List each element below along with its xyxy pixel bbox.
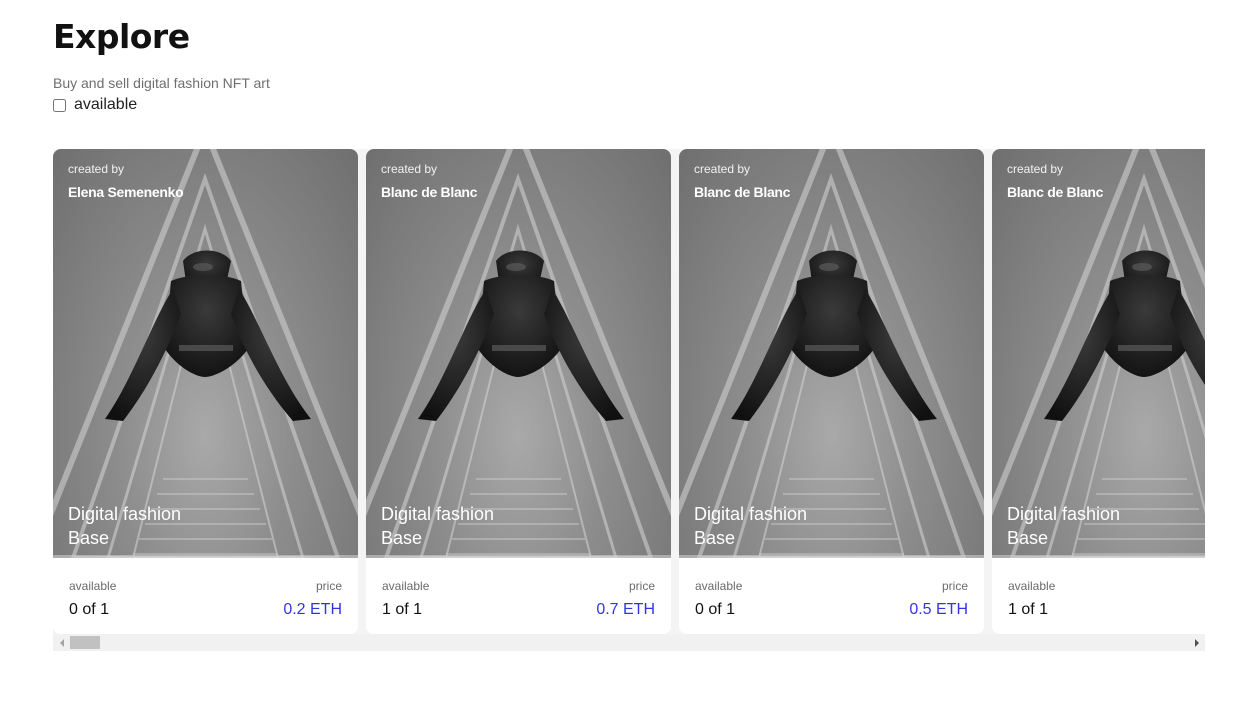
available-filter[interactable]: available [53, 96, 137, 114]
nft-title: Digital fashion Base [68, 502, 181, 550]
available-label: available [695, 579, 743, 593]
price-value: 0.2 ETH [283, 601, 342, 618]
nft-card[interactable]: created by Blanc de Blanc Digital fashio… [366, 149, 671, 634]
nft-card-carousel[interactable]: created by Elena Semenenko Digital fashi… [53, 149, 1205, 651]
nft-title: Digital fashion Base [1007, 502, 1120, 550]
jacket-artwork-image [366, 149, 671, 558]
card-track: created by Elena Semenenko Digital fashi… [53, 149, 1205, 634]
nft-card-footer: available price 0 of 1 0.5 ETH [679, 558, 984, 634]
nft-title-line2: Base [1007, 528, 1049, 548]
created-by-label: created by [381, 162, 438, 176]
nft-card-footer: available price 1 of 1 [992, 558, 1205, 634]
jacket-artwork-image [53, 149, 358, 558]
nft-title-line2: Base [694, 528, 736, 548]
available-value: 0 of 1 [69, 601, 110, 618]
available-label: available [69, 579, 117, 593]
creator-name[interactable]: Blanc de Blanc [694, 184, 790, 200]
chevron-left-icon [59, 638, 64, 647]
available-label: available [382, 579, 430, 593]
nft-title-line1: Digital fashion [694, 504, 808, 524]
price-value: 0.5 ETH [909, 601, 968, 618]
available-checkbox[interactable] [53, 98, 66, 112]
creator-name[interactable]: Blanc de Blanc [1007, 184, 1103, 200]
created-by-label: created by [694, 162, 751, 176]
nft-card-footer: available price 0 of 1 0.2 ETH [53, 558, 358, 634]
creator-name[interactable]: Elena Semenenko [68, 184, 184, 200]
nft-title-line1: Digital fashion [381, 504, 495, 524]
nft-title-line1: Digital fashion [68, 504, 182, 524]
nft-artwork: created by Elena Semenenko Digital fashi… [53, 149, 358, 558]
page-subtitle: Buy and sell digital fashion NFT art [53, 75, 270, 91]
horizontal-scrollbar[interactable] [53, 634, 1205, 651]
created-by-label: created by [1007, 162, 1064, 176]
nft-card[interactable]: created by Elena Semenenko Digital fashi… [53, 149, 358, 634]
creator-name[interactable]: Blanc de Blanc [381, 184, 477, 200]
nft-artwork: created by Blanc de Blanc Digital fashio… [992, 149, 1205, 558]
available-value: 0 of 1 [695, 601, 736, 618]
jacket-artwork-image [992, 149, 1205, 558]
chevron-right-icon [1194, 638, 1199, 647]
available-value: 1 of 1 [382, 601, 423, 618]
nft-title-line1: Digital fashion [1007, 504, 1121, 524]
jacket-artwork-image [679, 149, 984, 558]
nft-title: Digital fashion Base [381, 502, 494, 550]
nft-artwork: created by Blanc de Blanc Digital fashio… [679, 149, 984, 558]
available-value: 1 of 1 [1008, 601, 1049, 618]
nft-title-line2: Base [381, 528, 423, 548]
nft-title: Digital fashion Base [694, 502, 807, 550]
price-label: price [315, 579, 342, 593]
price-label: price [941, 579, 968, 593]
scroll-right-button[interactable] [1188, 634, 1205, 651]
nft-card[interactable]: created by Blanc de Blanc Digital fashio… [679, 149, 984, 634]
available-label: available [1008, 579, 1056, 593]
nft-card-footer: available price 1 of 1 0.7 ETH [366, 558, 671, 634]
nft-artwork: created by Blanc de Blanc Digital fashio… [366, 149, 671, 558]
page-title: Explore [53, 17, 190, 56]
scrollbar-thumb[interactable] [70, 636, 100, 649]
price-value: 0.7 ETH [596, 601, 655, 618]
nft-card[interactable]: created by Blanc de Blanc Digital fashio… [992, 149, 1205, 634]
scroll-left-button[interactable] [53, 634, 70, 651]
price-label: price [628, 579, 655, 593]
available-filter-label: available [74, 96, 138, 113]
nft-title-line2: Base [68, 528, 110, 548]
created-by-label: created by [68, 162, 125, 176]
